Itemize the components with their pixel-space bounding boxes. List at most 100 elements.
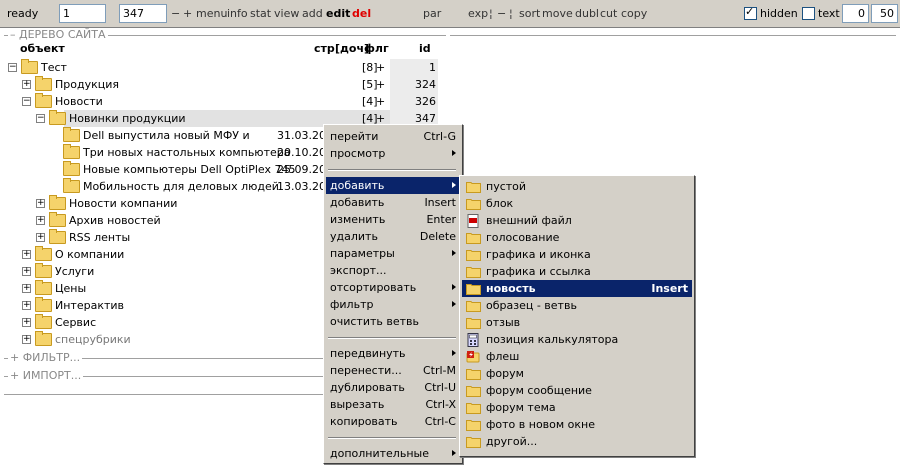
context-menu-item[interactable]: вырезать Ctrl-X	[326, 396, 460, 413]
folder-icon	[35, 314, 52, 329]
context-menu-item[interactable]: просмотр	[326, 145, 460, 162]
separator: ¦	[509, 7, 513, 20]
dubl-link[interactable]: dubl	[575, 7, 599, 20]
tree-row[interactable]: + Продукция [5] +324	[4, 76, 438, 93]
stat-link[interactable]: stat	[250, 7, 271, 20]
submenu-item-label: фото в новом окне	[486, 418, 596, 431]
context-menu: перейти Ctrl-G просмотр добавить добавить Ins…	[323, 124, 463, 464]
expand-icon[interactable]: +	[22, 301, 31, 310]
add-submenu-item[interactable]: флеш	[462, 348, 692, 365]
menu-item-shortcut: Insert	[424, 196, 456, 209]
hidden-checkbox[interactable]	[744, 5, 757, 20]
minus-link[interactable]: −	[497, 7, 506, 20]
collapse-icon[interactable]: −	[22, 97, 31, 106]
context-menu-item[interactable]: очистить ветвь	[326, 313, 460, 330]
context-menu-item[interactable]: копировать Ctrl-C	[326, 413, 460, 430]
add-submenu-item[interactable]: другой...	[462, 433, 692, 450]
folder-icon	[49, 229, 66, 244]
import-section-header[interactable]: + ИМПОРТ...	[8, 369, 84, 382]
flag-value: +	[376, 78, 386, 91]
filter-section-header[interactable]: + ФИЛЬТР...	[8, 351, 83, 364]
menu-item-label: фильтр	[330, 298, 374, 311]
add-submenu-item[interactable]: форум	[462, 365, 692, 382]
add-submenu-item[interactable]: форум тема	[462, 399, 692, 416]
add-submenu-item[interactable]: внешний файл	[462, 212, 692, 229]
folder-icon	[466, 384, 481, 397]
collapse-icon[interactable]: −	[8, 63, 17, 72]
menu-link[interactable]: menu	[196, 7, 227, 20]
folder-icon	[466, 435, 481, 448]
context-menu-item[interactable]: перейти Ctrl-G	[326, 128, 460, 145]
add-submenu-item[interactable]: фото в новом окне	[462, 416, 692, 433]
context-menu-item[interactable]: добавить Insert	[326, 194, 460, 211]
expand-icon[interactable]: +	[22, 250, 31, 259]
info-link[interactable]: info	[227, 7, 248, 20]
tree-section-header[interactable]: – ДЕРЕВО САЙТА	[8, 28, 108, 41]
add-link[interactable]: add	[302, 7, 323, 20]
context-menu-item[interactable]: передвинуть	[326, 345, 460, 362]
expand-icon[interactable]: +	[36, 199, 45, 208]
expand-icon[interactable]: +	[22, 80, 31, 89]
folder-icon	[63, 178, 80, 193]
context-menu-item[interactable]: добавить	[326, 177, 460, 194]
add-submenu-item[interactable]: новость Insert	[462, 280, 692, 297]
context-menu-item[interactable]: перенести... Ctrl-M	[326, 362, 460, 379]
view-link[interactable]: view	[274, 7, 299, 20]
flash-icon	[466, 350, 480, 363]
cut-link[interactable]: cut	[600, 7, 617, 20]
submenu-arrow-icon	[452, 150, 456, 156]
folder-icon	[466, 367, 481, 380]
menu-item-label: вырезать	[330, 398, 385, 411]
context-menu-item[interactable]: удалить Delete	[326, 228, 460, 245]
node-id-field[interactable]	[119, 4, 167, 23]
expand-icon[interactable]: +	[22, 318, 31, 327]
context-menu-item[interactable]: изменить Enter	[326, 211, 460, 228]
context-menu-item[interactable]: параметры	[326, 245, 460, 262]
expand-icon[interactable]: +	[36, 233, 45, 242]
edit-link[interactable]: edit	[326, 7, 350, 20]
folder-icon	[466, 401, 481, 414]
from-field[interactable]	[842, 4, 869, 23]
add-submenu-item[interactable]: блок	[462, 195, 692, 212]
context-menu-item[interactable]: дополнительные	[326, 445, 460, 462]
context-menu-item[interactable]: фильтр	[326, 296, 460, 313]
expand-icon[interactable]: +	[36, 216, 45, 225]
add-submenu-item[interactable]: отзыв	[462, 314, 692, 331]
add-submenu-item[interactable]: форум сообщение	[462, 382, 692, 399]
menu-item-label: перейти	[330, 130, 379, 143]
collapse-button[interactable]: −	[171, 7, 180, 20]
copy-link[interactable]: copy	[621, 7, 647, 20]
column-flag: флг	[364, 42, 389, 55]
del-link[interactable]: del	[352, 7, 371, 20]
context-menu-item[interactable]: экспорт...	[326, 262, 460, 279]
expand-icon[interactable]: +	[22, 267, 31, 276]
move-link[interactable]: move	[542, 7, 573, 20]
add-submenu-item[interactable]: голосование	[462, 229, 692, 246]
tree-row[interactable]: − Тест [8] +1	[4, 59, 438, 76]
count-field[interactable]	[871, 4, 898, 23]
submenu-arrow-icon	[452, 450, 456, 456]
folder-icon	[63, 144, 80, 159]
add-submenu-item[interactable]: образец - ветвь	[462, 297, 692, 314]
add-submenu-item[interactable]: графика и ссылка	[462, 263, 692, 280]
submenu-arrow-icon	[452, 182, 456, 188]
expand-icon[interactable]: +	[22, 335, 31, 344]
exp-link[interactable]: exp	[468, 7, 488, 20]
add-submenu-item[interactable]: пустой	[462, 178, 692, 195]
collapse-icon[interactable]: −	[36, 114, 45, 123]
add-submenu-item[interactable]: позиция калькулятора	[462, 331, 692, 348]
tree-item-label: Новые компьютеры Dell OptiPlex 745	[83, 163, 296, 176]
context-menu-item[interactable]: отсортировать	[326, 279, 460, 296]
expand-icon[interactable]: +	[22, 284, 31, 293]
submenu-item-label: новость	[486, 282, 536, 295]
add-submenu: пустой блок внешний файл голосование графика…	[459, 175, 695, 457]
text-checkbox[interactable]	[802, 7, 815, 20]
add-submenu-item[interactable]: графика и иконка	[462, 246, 692, 263]
context-menu-item[interactable]: дублировать Ctrl-U	[326, 379, 460, 396]
sort-link[interactable]: sort	[519, 7, 540, 20]
start-field[interactable]	[59, 4, 106, 23]
par-link[interactable]: par	[423, 7, 441, 20]
tree-item-label: Продукция	[55, 78, 119, 91]
expand-button[interactable]: +	[183, 7, 192, 20]
tree-row[interactable]: − Новости [4] +326	[4, 93, 438, 110]
